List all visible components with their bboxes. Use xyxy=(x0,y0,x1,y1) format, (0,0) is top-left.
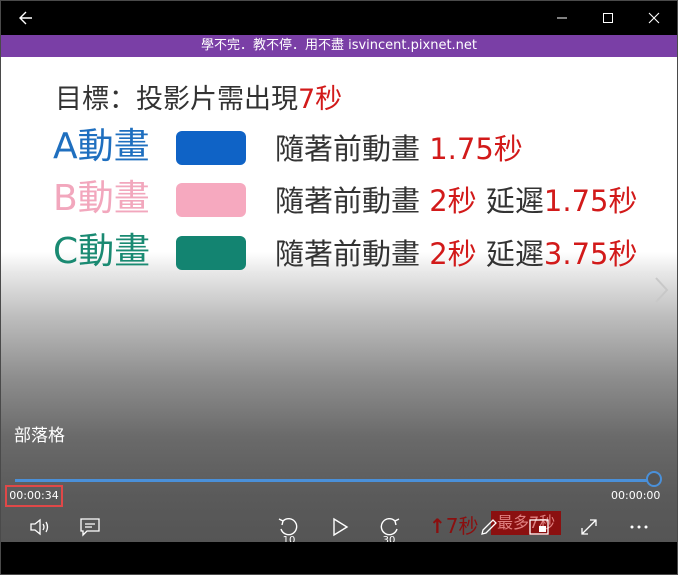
animation-row-b: B動畫 隨著前動畫 2秒 延遲1.75秒 xyxy=(53,177,673,227)
animation-desc-b: 隨著前動畫 2秒 延遲1.75秒 xyxy=(275,181,638,221)
close-icon xyxy=(648,12,660,24)
mini-view-icon xyxy=(529,519,549,535)
video-caption: 部落格 xyxy=(14,426,65,446)
subtitles-button[interactable] xyxy=(75,513,105,541)
playback-controls: 10 30 xyxy=(1,513,677,546)
animation-desc-a: 隨著前動畫 1.75秒 xyxy=(275,129,523,169)
current-time: 00:00:34 xyxy=(5,485,63,507)
desc-text: 隨著前動畫 xyxy=(275,237,421,271)
minimize-button[interactable] xyxy=(539,1,585,35)
desc-highlight: 2秒 xyxy=(429,237,477,271)
watermark-banner: 學不完．教不停．用不盡 isvincent.pixnet.net xyxy=(1,35,677,57)
desc-highlight: 1.75秒 xyxy=(429,132,523,166)
slide-title-highlight: 7秒 xyxy=(298,84,343,115)
animation-row-a: A動畫 隨著前動畫 1.75秒 xyxy=(53,125,673,175)
app-window: 學不完．教不停．用不盡 isvincent.pixnet.net 目標：投影片需… xyxy=(0,0,678,575)
desc-highlight: 2秒 xyxy=(429,184,477,218)
fullscreen-button[interactable] xyxy=(574,513,604,541)
delay-text: 延遲 xyxy=(485,237,544,271)
annotate-button[interactable] xyxy=(474,513,504,541)
mini-view-button[interactable] xyxy=(524,513,554,541)
skip-back-button[interactable]: 10 xyxy=(274,513,304,546)
delay-highlight: 3.75秒 xyxy=(543,237,638,271)
animation-desc-c: 隨著前動畫 2秒 延遲3.75秒 xyxy=(275,234,638,274)
animation-label-b: B動畫 xyxy=(53,178,150,219)
color-swatch-b xyxy=(176,183,246,217)
desc-text: 隨著前動畫 xyxy=(275,184,421,218)
bottom-strip xyxy=(1,542,677,574)
close-button[interactable] xyxy=(631,1,677,35)
total-time: 00:00:00 xyxy=(611,489,661,502)
seek-bar[interactable] xyxy=(15,479,655,482)
delay-highlight: 1.75秒 xyxy=(543,184,638,218)
back-arrow-icon xyxy=(19,11,32,25)
play-button[interactable] xyxy=(325,513,355,541)
desc-text: 隨著前動畫 xyxy=(275,132,421,166)
maximize-button[interactable] xyxy=(585,1,631,35)
animation-label-a: A動畫 xyxy=(53,126,150,167)
more-options-button[interactable] xyxy=(624,513,654,541)
animation-row-c: C動畫 隨著前動畫 2秒 延遲3.75秒 xyxy=(53,230,673,280)
seek-thumb[interactable] xyxy=(646,471,662,487)
video-area[interactable]: 目標：投影片需出現7秒 A動畫 隨著前動畫 1.75秒 B動畫 隨著前動畫 2秒… xyxy=(1,57,677,546)
back-button[interactable] xyxy=(3,1,49,35)
animation-label-c: C動畫 xyxy=(53,231,151,272)
skip-forward-button[interactable]: 30 xyxy=(374,513,404,546)
fullscreen-icon xyxy=(581,519,597,535)
volume-icon xyxy=(30,518,49,536)
color-swatch-a xyxy=(176,131,246,165)
minimize-icon xyxy=(557,17,567,19)
title-bar xyxy=(1,1,677,35)
maximize-icon xyxy=(603,13,613,23)
slide-title: 目標：投影片需出現7秒 xyxy=(55,77,342,116)
slide-title-text: 目標：投影片需出現 xyxy=(55,84,298,115)
next-item-button[interactable] xyxy=(651,275,671,305)
delay-text: 延遲 xyxy=(485,184,544,218)
pen-icon xyxy=(481,519,497,535)
color-swatch-c xyxy=(176,236,246,270)
play-icon xyxy=(333,517,349,537)
subtitles-icon xyxy=(80,518,100,537)
volume-button[interactable] xyxy=(25,513,55,541)
more-icon xyxy=(630,525,648,529)
chevron-right-icon xyxy=(655,277,669,303)
